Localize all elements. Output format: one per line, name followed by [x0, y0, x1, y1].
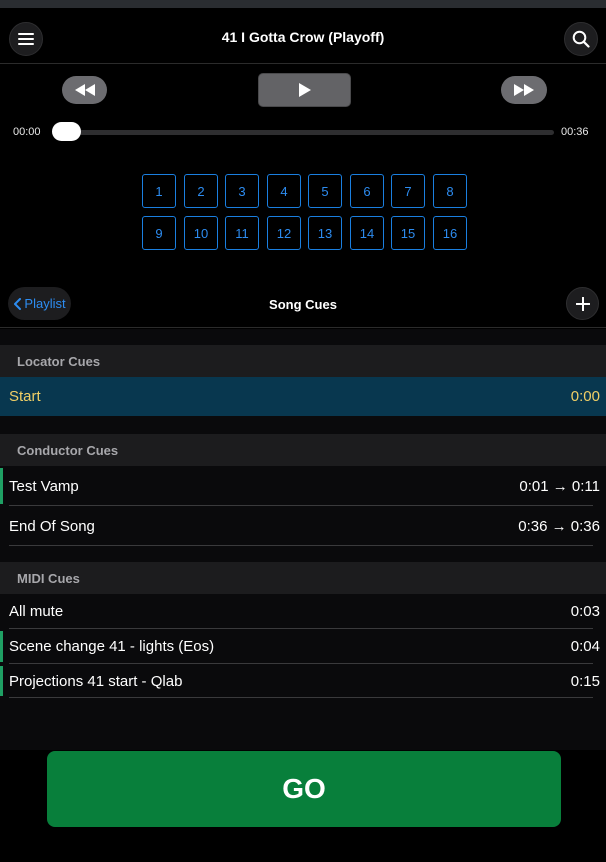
number-button-3[interactable]: 3 [225, 174, 259, 208]
cue-label: Scene change 41 - lights (Eos) [9, 638, 215, 655]
song-title: 41 I Gotta Crow (Playoff) [221, 29, 385, 45]
number-button-10[interactable]: 10 [184, 216, 218, 250]
section-header-locator-cues: Locator Cues [0, 345, 606, 377]
row-divider [9, 697, 593, 698]
top-status-strip [0, 0, 606, 8]
number-button-2[interactable]: 2 [184, 174, 218, 208]
chevron-left-icon [14, 297, 22, 310]
plus-icon [575, 296, 590, 311]
number-button-6[interactable]: 6 [350, 174, 384, 208]
playlist-back-label: Playlist [24, 296, 66, 311]
number-button-15[interactable]: 15 [391, 216, 425, 250]
elapsed-time: 00:00 [13, 126, 41, 138]
section-header-conductor-cues: Conductor Cues [0, 434, 606, 466]
cue-time: 0:00 [570, 388, 600, 405]
fast-forward-button[interactable] [501, 76, 547, 104]
cue-label: Test Vamp [9, 477, 79, 495]
add-cue-button[interactable] [566, 287, 599, 320]
rewind-button[interactable] [62, 76, 107, 104]
number-button-11[interactable]: 11 [225, 216, 259, 250]
cue-marker [0, 666, 3, 696]
number-button-7[interactable]: 7 [391, 174, 425, 208]
number-button-14[interactable]: 14 [350, 216, 384, 250]
number-button-13[interactable]: 13 [308, 216, 342, 250]
cue-time: 0:15 [570, 672, 600, 690]
number-button-16[interactable]: 16 [433, 216, 467, 250]
number-button-9[interactable]: 9 [142, 216, 176, 250]
number-button-4[interactable]: 4 [267, 174, 301, 208]
total-time: 00:36 [561, 126, 589, 138]
cue-row-start[interactable]: Start 0:00 [0, 377, 606, 416]
cue-label: End Of Song [9, 517, 95, 535]
go-button[interactable]: GO [47, 751, 561, 827]
cue-label: Projections 41 start - Qlab [9, 672, 183, 690]
cue-row-projections[interactable]: Projections 41 start - Qlab 0:15 [0, 664, 606, 698]
cue-time: 0:36 → 0:36 [518, 517, 600, 535]
number-button-1[interactable]: 1 [142, 174, 176, 208]
cue-row-all-mute[interactable]: All mute 0:03 [0, 594, 606, 629]
cue-label: Start [9, 388, 41, 405]
section-header-midi-cues: MIDI Cues [0, 562, 606, 594]
cue-row-end-of-song[interactable]: End Of Song 0:36 → 0:36 [0, 506, 606, 546]
cue-list-title: Song Cues [269, 297, 337, 312]
number-button-5[interactable]: 5 [308, 174, 342, 208]
search-button[interactable] [564, 22, 598, 56]
play-button[interactable] [258, 73, 351, 107]
number-button-12[interactable]: 12 [267, 216, 301, 250]
hamburger-menu-icon [18, 33, 34, 45]
fast-forward-icon [514, 84, 534, 96]
number-button-8[interactable]: 8 [433, 174, 467, 208]
cue-time: 0:03 [570, 603, 600, 620]
row-divider [9, 545, 593, 546]
search-icon [572, 30, 590, 48]
cue-time: 0:01 → 0:11 [519, 477, 600, 495]
cue-row-test-vamp[interactable]: Test Vamp 0:01 → 0:11 [0, 466, 606, 506]
cue-list-header: Playlist Song Cues [0, 286, 606, 328]
menu-button[interactable] [9, 22, 43, 56]
cue-marker [0, 631, 3, 662]
play-icon [298, 83, 311, 97]
progress-thumb[interactable] [52, 122, 81, 141]
cue-label: All mute [9, 603, 64, 620]
cue-marker [0, 468, 3, 504]
playlist-back-button[interactable]: Playlist [8, 287, 71, 320]
rewind-icon [74, 84, 95, 96]
progress-track[interactable] [54, 130, 554, 135]
cue-row-scene-change[interactable]: Scene change 41 - lights (Eos) 0:04 [0, 629, 606, 664]
cue-time: 0:04 [570, 638, 600, 655]
